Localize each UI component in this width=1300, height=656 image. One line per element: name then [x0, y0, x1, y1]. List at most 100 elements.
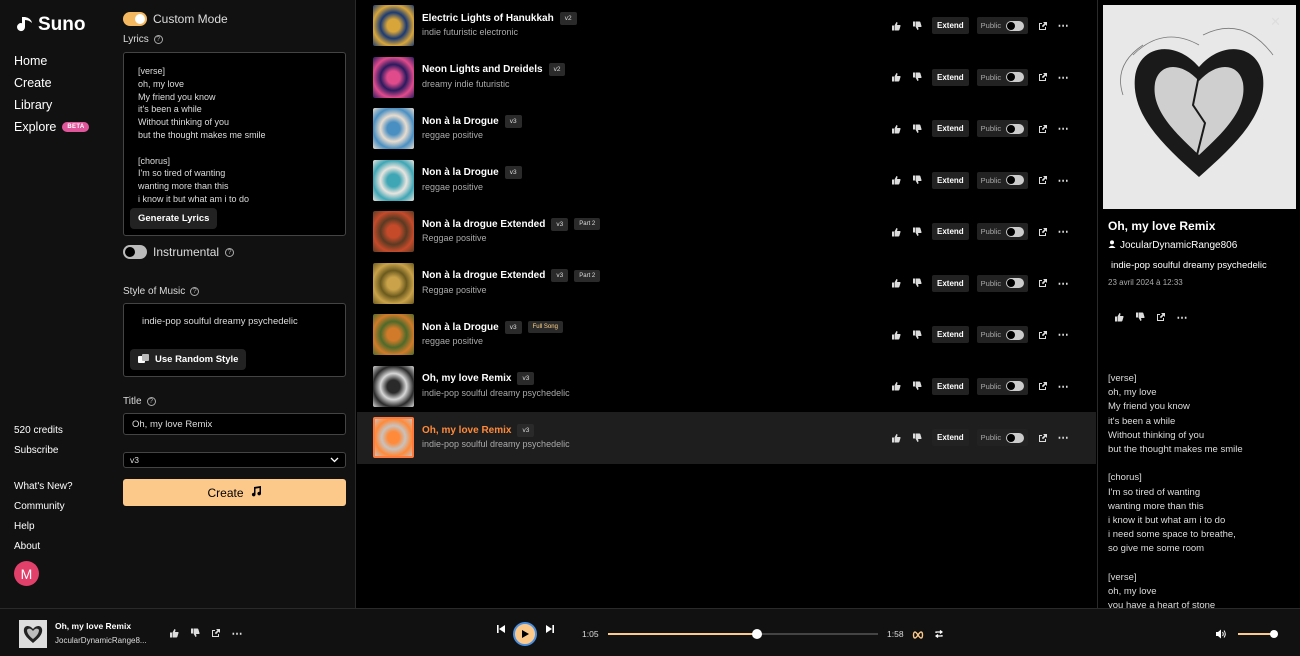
- help-icon[interactable]: ?: [153, 35, 163, 44]
- share-icon[interactable]: [1036, 70, 1050, 84]
- song-row[interactable]: Neon Lights and Dreidels v2 dreamy indie…: [357, 52, 1096, 104]
- help-link[interactable]: Help: [14, 521, 73, 532]
- nav-library[interactable]: Library: [14, 98, 99, 112]
- volume-icon[interactable]: [1215, 628, 1227, 642]
- song-thumbnail[interactable]: [373, 211, 414, 253]
- nav-create[interactable]: Create: [14, 76, 99, 90]
- public-toggle[interactable]: Public: [976, 223, 1029, 240]
- song-thumbnail[interactable]: [373, 5, 414, 47]
- player-title[interactable]: Oh, my love Remix: [55, 621, 131, 631]
- custom-mode-toggle[interactable]: [123, 12, 147, 26]
- share-icon[interactable]: [1036, 328, 1050, 342]
- thumbs-down-icon[interactable]: [910, 328, 924, 342]
- public-toggle[interactable]: Public: [976, 429, 1029, 446]
- extend-button[interactable]: Extend: [932, 274, 969, 292]
- thumbs-down-icon[interactable]: [910, 276, 924, 290]
- infinity-loop-icon[interactable]: [912, 628, 924, 642]
- more-icon[interactable]: ⋯: [1056, 122, 1070, 136]
- thumbs-down-icon[interactable]: [1133, 310, 1147, 324]
- public-toggle[interactable]: Public: [976, 326, 1029, 343]
- more-icon[interactable]: ⋯: [1056, 431, 1070, 445]
- thumbs-up-icon[interactable]: [889, 328, 903, 342]
- avatar[interactable]: M: [14, 561, 39, 586]
- song-row[interactable]: Non à la drogue Extended v3 Part 2 Regga…: [357, 258, 1096, 310]
- help-icon[interactable]: ?: [146, 397, 156, 406]
- thumbs-up-icon[interactable]: [889, 173, 903, 187]
- thumbs-up-icon[interactable]: [889, 431, 903, 445]
- public-toggle[interactable]: Public: [976, 274, 1029, 292]
- thumbs-down-icon[interactable]: [910, 122, 924, 136]
- public-switch[interactable]: [1006, 226, 1025, 237]
- song-title[interactable]: Non à la Drogue: [422, 116, 499, 127]
- public-switch[interactable]: [1006, 123, 1025, 134]
- more-icon[interactable]: ⋯: [1175, 310, 1189, 324]
- community-link[interactable]: Community: [14, 501, 73, 512]
- song-thumbnail[interactable]: [373, 108, 414, 150]
- close-icon[interactable]: ✕: [1270, 14, 1281, 30]
- public-toggle[interactable]: Public: [976, 17, 1029, 34]
- public-switch[interactable]: [1006, 72, 1025, 82]
- song-row[interactable]: Non à la drogue Extended v3 Part 2 Regga…: [357, 206, 1096, 258]
- more-icon[interactable]: ⋯: [1056, 276, 1070, 290]
- volume-handle[interactable]: [1270, 630, 1278, 638]
- share-icon[interactable]: [1036, 431, 1050, 445]
- thumbs-up-icon[interactable]: [889, 225, 903, 239]
- song-title[interactable]: Neon Lights and Dreidels: [422, 64, 543, 75]
- share-icon[interactable]: [209, 626, 223, 640]
- whats-new-link[interactable]: What's New?: [14, 481, 73, 492]
- thumbs-down-icon[interactable]: [188, 626, 202, 640]
- thumbs-down-icon[interactable]: [910, 19, 924, 33]
- thumbs-up-icon[interactable]: [889, 379, 903, 393]
- public-switch[interactable]: [1006, 20, 1025, 31]
- next-icon[interactable]: [545, 623, 555, 637]
- song-title[interactable]: Non à la Drogue: [422, 167, 499, 178]
- more-icon[interactable]: ⋯: [1056, 225, 1070, 239]
- song-row[interactable]: Non à la Drogue v3 reggae positive Exten…: [357, 155, 1096, 207]
- share-icon[interactable]: [1036, 19, 1050, 33]
- more-icon[interactable]: ⋯: [1056, 328, 1070, 342]
- song-title[interactable]: Oh, my love Remix: [422, 373, 511, 384]
- public-toggle[interactable]: Public: [976, 68, 1029, 86]
- extend-button[interactable]: Extend: [932, 171, 969, 189]
- nav-home[interactable]: Home: [14, 54, 99, 68]
- extend-button[interactable]: Extend: [932, 377, 969, 395]
- player-user[interactable]: JocularDynamicRange8...: [55, 636, 147, 645]
- lyrics-textarea[interactable]: [verse] oh, my love My friend you know i…: [138, 65, 331, 207]
- extend-button[interactable]: Extend: [932, 120, 969, 137]
- song-row[interactable]: Electric Lights of Hanukkah v2 indie fut…: [357, 0, 1096, 52]
- song-row[interactable]: Oh, my love Remix v3 indie-pop soulful d…: [357, 412, 1096, 464]
- extend-button[interactable]: Extend: [932, 17, 969, 34]
- song-thumbnail[interactable]: [373, 56, 414, 98]
- thumbs-up-icon[interactable]: [889, 122, 903, 136]
- thumbs-up-icon[interactable]: [889, 19, 903, 33]
- more-icon[interactable]: ⋯: [1056, 19, 1070, 33]
- public-switch[interactable]: [1006, 329, 1025, 340]
- song-title[interactable]: Electric Lights of Hanukkah: [422, 13, 554, 24]
- thumbs-up-icon[interactable]: [889, 276, 903, 290]
- more-icon[interactable]: ⋯: [1056, 173, 1070, 187]
- thumbs-down-icon[interactable]: [910, 173, 924, 187]
- random-style-button[interactable]: Use Random Style: [130, 349, 247, 370]
- play-button[interactable]: [513, 622, 537, 646]
- subscribe-link[interactable]: Subscribe: [14, 445, 73, 456]
- volume-slider[interactable]: [1238, 630, 1278, 638]
- song-thumbnail[interactable]: [373, 262, 414, 304]
- public-toggle[interactable]: Public: [976, 171, 1029, 189]
- instrumental-toggle[interactable]: [123, 245, 147, 259]
- thumbs-down-icon[interactable]: [910, 431, 924, 445]
- song-title[interactable]: Non à la drogue Extended: [422, 270, 545, 281]
- song-thumbnail[interactable]: [373, 365, 414, 407]
- create-button[interactable]: Create: [123, 479, 346, 506]
- help-icon[interactable]: ?: [225, 247, 235, 257]
- public-toggle[interactable]: Public: [976, 120, 1029, 137]
- logo[interactable]: Suno: [14, 14, 99, 36]
- thumbs-down-icon[interactable]: [910, 70, 924, 84]
- public-switch[interactable]: [1006, 381, 1025, 391]
- share-icon[interactable]: [1036, 379, 1050, 393]
- share-icon[interactable]: [1036, 122, 1050, 136]
- share-icon[interactable]: [1036, 225, 1050, 239]
- nav-explore[interactable]: Explore BETA: [14, 120, 99, 134]
- more-icon[interactable]: ⋯: [230, 626, 244, 640]
- thumbs-up-icon[interactable]: [167, 626, 181, 640]
- song-title[interactable]: Non à la Drogue: [422, 322, 499, 333]
